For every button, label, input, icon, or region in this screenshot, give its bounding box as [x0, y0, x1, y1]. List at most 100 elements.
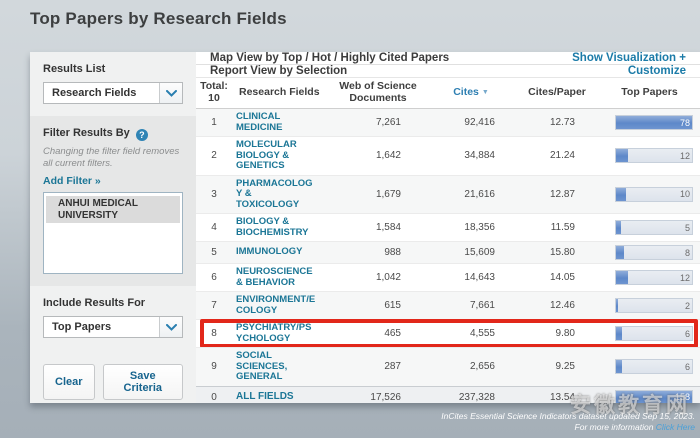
- top-papers-bar: 158: [615, 390, 693, 404]
- top-papers-bar: 5: [615, 220, 693, 235]
- top-papers-bar: 6: [615, 359, 693, 374]
- table-row[interactable]: 1 CLINICAL MEDICINE 7,261 92,416 12.73 7…: [196, 109, 700, 136]
- row-cites: 15,609: [427, 247, 515, 258]
- table-row[interactable]: 9 SOCIAL SCIENCES, GENERAL 287 2,656 9.2…: [196, 347, 700, 386]
- row-docs: 287: [329, 361, 427, 372]
- top-papers-bar: 78: [615, 115, 693, 130]
- row-field[interactable]: MOLECULAR BIOLOGY & GENETICS: [232, 140, 329, 172]
- list-item[interactable]: ANHUI MEDICAL UNIVERSITY: [46, 196, 180, 223]
- top-papers-bar: 12: [615, 148, 693, 163]
- row-field[interactable]: NEUROSCIENCE & BEHAVIOR: [232, 267, 329, 288]
- row-docs: 465: [329, 328, 427, 339]
- row-docs: 988: [329, 247, 427, 258]
- row-field[interactable]: PHARMACOLOG Y & TOXICOLOGY: [232, 179, 329, 211]
- results-list-select[interactable]: Research Fields: [43, 82, 183, 104]
- row-top-papers: 6: [599, 326, 700, 341]
- row-field[interactable]: SOCIAL SCIENCES, GENERAL: [232, 351, 329, 383]
- row-field[interactable]: BIOLOGY & BIOCHEMISTRY: [232, 217, 329, 238]
- top-papers-bar-fill: [616, 188, 626, 201]
- chevron-down-icon: [159, 83, 182, 103]
- top-papers-bar: 8: [615, 245, 693, 260]
- footer-note: InCites Essential Science Indicators dat…: [441, 411, 695, 433]
- row-cites-per-paper: 9.25: [515, 361, 599, 372]
- content-area: Results List Research Fields Filter Resu…: [30, 52, 700, 403]
- row-rank: 3: [196, 189, 232, 200]
- row-cites: 2,656: [427, 361, 515, 372]
- top-papers-bar-fill: [616, 221, 621, 234]
- save-criteria-button[interactable]: Save Criteria: [103, 364, 183, 400]
- table-row[interactable]: 5 IMMUNOLOGY 988 15,609 15.80 8: [196, 241, 700, 263]
- include-results-select[interactable]: Top Papers: [43, 316, 183, 338]
- row-cites-per-paper: 12.87: [515, 189, 599, 200]
- row-cites: 237,328: [427, 392, 515, 403]
- top-papers-bar-fill: [616, 149, 628, 162]
- help-icon[interactable]: ?: [136, 129, 148, 141]
- row-rank: 6: [196, 272, 232, 283]
- results-list-section: Results List Research Fields: [30, 52, 196, 116]
- row-cites-per-paper: 15.80: [515, 247, 599, 258]
- customize-link[interactable]: Customize: [628, 65, 686, 77]
- row-rank: 9: [196, 361, 232, 372]
- table-row[interactable]: 6 NEUROSCIENCE & BEHAVIOR 1,042 14,643 1…: [196, 263, 700, 291]
- top-papers-bar-value: 10: [680, 188, 690, 201]
- row-field[interactable]: ALL FIELDS: [232, 392, 329, 403]
- row-docs: 1,679: [329, 189, 427, 200]
- row-rank: 1: [196, 117, 232, 128]
- row-docs: 1,584: [329, 222, 427, 233]
- top-papers-bar: 10: [615, 187, 693, 202]
- table-row[interactable]: 8 PSYCHIATRY/PS YCHOLOGY 465 4,555 9.80 …: [196, 319, 700, 347]
- table-row[interactable]: 2 MOLECULAR BIOLOGY & GENETICS 1,642 34,…: [196, 136, 700, 175]
- row-docs: 1,042: [329, 272, 427, 283]
- chevron-down-icon: [159, 317, 182, 337]
- top-papers-bar-value: 2: [685, 299, 690, 312]
- top-papers-bar-value: 78: [680, 116, 690, 129]
- column-header-cites-per-paper[interactable]: Cites/Paper: [515, 87, 599, 99]
- filter-listbox[interactable]: ANHUI MEDICAL UNIVERSITY: [43, 192, 183, 274]
- column-header-top-papers[interactable]: Top Papers: [599, 87, 700, 99]
- row-top-papers: 10: [599, 187, 700, 202]
- column-header-wos-documents[interactable]: Web of Science Documents: [329, 81, 427, 104]
- row-cites: 34,884: [427, 150, 515, 161]
- row-field[interactable]: CLINICAL MEDICINE: [232, 112, 329, 133]
- row-top-papers: 12: [599, 148, 700, 163]
- map-view-title: Map View by Top / Hot / Highly Cited Pap…: [210, 52, 449, 64]
- table-row[interactable]: 0 ALL FIELDS 17,526 237,328 13.54 158: [196, 386, 700, 404]
- row-field[interactable]: IMMUNOLOGY: [232, 247, 329, 258]
- results-list-label: Results List: [43, 63, 183, 75]
- top-papers-bar-value: 158: [675, 391, 690, 404]
- row-docs: 615: [329, 300, 427, 311]
- row-top-papers: 78: [599, 115, 700, 130]
- table-row[interactable]: 3 PHARMACOLOG Y & TOXICOLOGY 1,679 21,61…: [196, 175, 700, 214]
- sidebar: Results List Research Fields Filter Resu…: [30, 52, 196, 403]
- dataset-note: InCites Essential Science Indicators dat…: [441, 411, 695, 422]
- results-list-value: Research Fields: [44, 87, 159, 99]
- more-info-text: For more information: [575, 422, 656, 432]
- click-here-link[interactable]: Click Here: [656, 422, 695, 432]
- row-cites: 18,356: [427, 222, 515, 233]
- column-header-cites[interactable]: Cites ▼: [427, 87, 515, 99]
- row-cites: 7,661: [427, 300, 515, 311]
- row-field[interactable]: PSYCHIATRY/PS YCHOLOGY: [232, 323, 329, 344]
- sort-descending-icon: ▼: [482, 89, 489, 96]
- page-title: Top Papers by Research Fields: [30, 9, 287, 29]
- table-row[interactable]: 4 BIOLOGY & BIOCHEMISTRY 1,584 18,356 11…: [196, 213, 700, 241]
- top-papers-bar: 2: [615, 298, 693, 313]
- row-rank: 2: [196, 150, 232, 161]
- clear-button[interactable]: Clear: [43, 364, 95, 400]
- row-rank: 7: [196, 300, 232, 311]
- row-cites: 21,616: [427, 189, 515, 200]
- show-visualization-link[interactable]: Show Visualization +: [572, 52, 686, 64]
- sidebar-buttons: Clear Save Criteria: [30, 350, 196, 414]
- table-row[interactable]: 7 ENVIRONMENT/E COLOGY 615 7,661 12.46 2: [196, 291, 700, 319]
- row-cites-per-paper: 14.05: [515, 272, 599, 283]
- top-papers-bar-value: 6: [685, 360, 690, 373]
- row-docs: 17,526: [329, 392, 427, 403]
- include-results-section: Include Results For Top Papers: [30, 286, 196, 350]
- top-papers-bar-fill: [616, 327, 622, 340]
- add-filter-link[interactable]: Add Filter »: [43, 175, 101, 187]
- row-rank: 5: [196, 247, 232, 258]
- row-cites-per-paper: 12.73: [515, 117, 599, 128]
- row-field[interactable]: ENVIRONMENT/E COLOGY: [232, 295, 329, 316]
- top-papers-bar-value: 12: [680, 271, 690, 284]
- top-papers-bar-fill: [616, 299, 618, 312]
